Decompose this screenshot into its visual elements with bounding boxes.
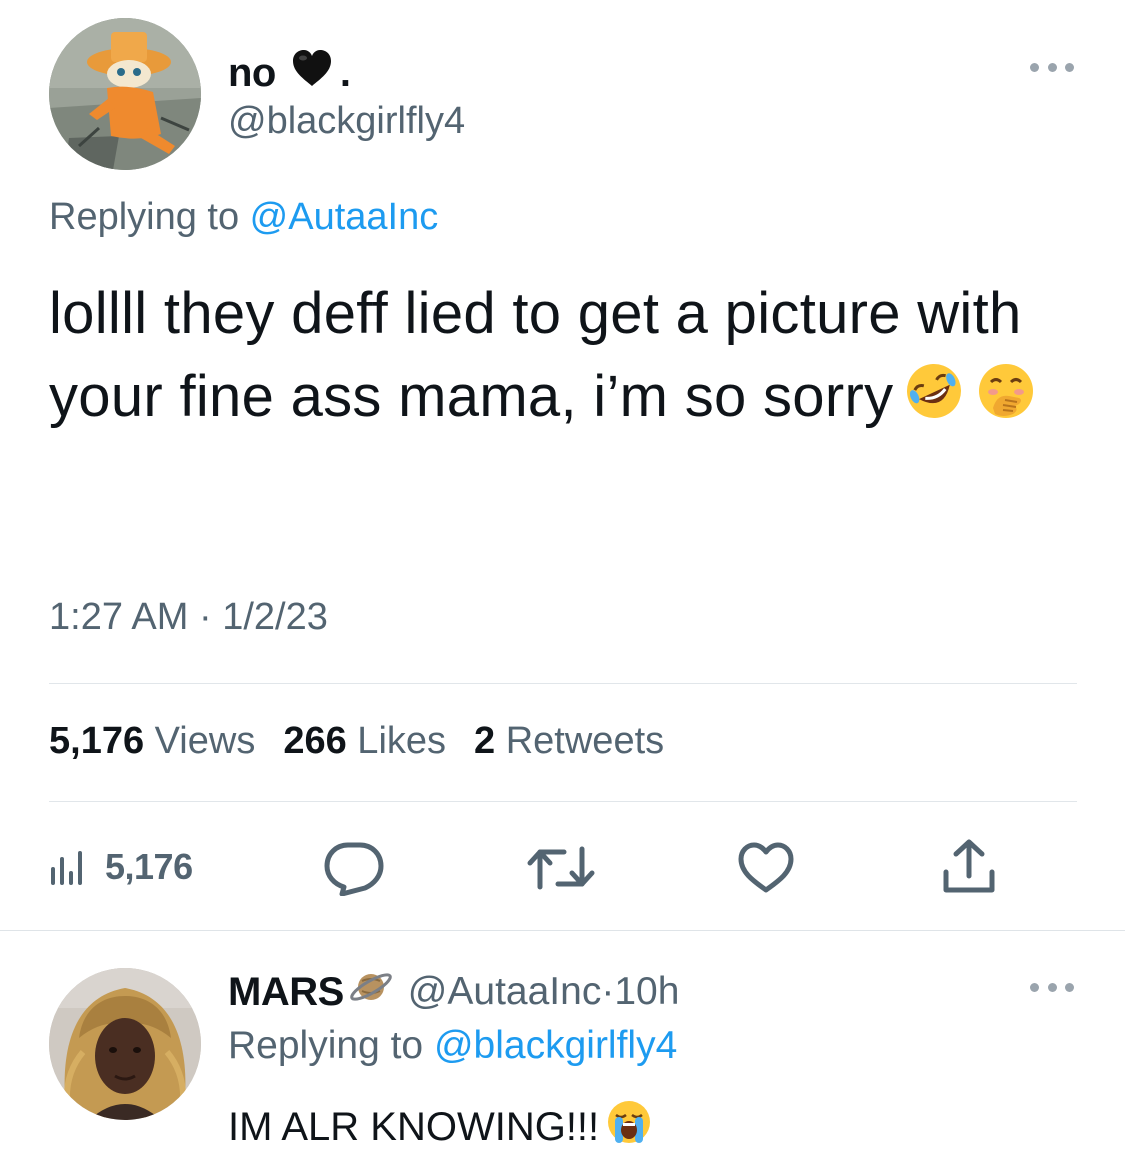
replying-to-line: Replying to @AutaaInc (49, 196, 438, 239)
replying-to-link[interactable]: @AutaaInc (250, 196, 439, 238)
divider (49, 801, 1077, 802)
views-stat[interactable]: 5,176 Views (49, 720, 255, 763)
avatar-photo-image (49, 968, 201, 1120)
timestamp-separator: · (188, 596, 223, 638)
loudly-crying-emoji (605, 1098, 653, 1156)
retweets-count: 2 (474, 720, 496, 762)
likes-label: Likes (346, 720, 447, 762)
retweets-label: Retweets (495, 720, 665, 762)
replying-to-label: Replying to (49, 196, 250, 238)
retweets-stat[interactable]: 2 Retweets (474, 720, 664, 763)
replying-to-label: Replying to (228, 1024, 434, 1067)
reply-handle[interactable]: @AutaaInc (408, 970, 602, 1014)
tweet-text: lollll they deff lied to get a picture w… (49, 272, 1079, 444)
retweet-icon (527, 846, 595, 890)
reply-display-name[interactable]: MARS (228, 970, 344, 1015)
likes-stat[interactable]: 266 Likes (283, 720, 446, 763)
reply-header: MARS @AutaaInc · 10h (228, 964, 679, 1020)
retweet-button[interactable] (526, 843, 596, 893)
reply-avatar[interactable] (49, 968, 201, 1120)
reply-icon (324, 842, 384, 896)
reply-body: IM ALR KNOWING!!! (228, 1104, 600, 1149)
share-button[interactable] (940, 838, 998, 896)
user-handle[interactable]: @blackgirlfly4 (228, 100, 465, 143)
ringed-planet-icon (348, 964, 394, 1020)
display-name-text: no (228, 50, 276, 95)
reply-replying-to-line: Replying to @blackgirlfly4 (228, 1024, 677, 1068)
reply-separator: · (601, 970, 615, 1013)
tweet-date: 1/2/23 (222, 596, 328, 638)
reply-button[interactable] (322, 840, 386, 896)
avatar-cartoon-image (49, 18, 201, 170)
tweet-separator (0, 930, 1125, 931)
reply-text: IM ALR KNOWING!!! (228, 1098, 653, 1156)
replying-to-link[interactable]: @blackgirlfly4 (434, 1024, 677, 1067)
like-button[interactable] (737, 842, 795, 894)
views-action-count: 5,176 (105, 846, 193, 887)
tweet-timestamp[interactable]: 1:27 AM · 1/2/23 (49, 596, 328, 639)
reply-time-ago[interactable]: 10h (614, 970, 679, 1014)
display-name[interactable]: no . (228, 48, 351, 98)
views-count: 5,176 (49, 720, 145, 762)
views-button[interactable]: 5,176 (49, 846, 193, 888)
more-options-icon[interactable] (1030, 980, 1074, 994)
hand-over-mouth-emoji (975, 360, 1037, 444)
avatar[interactable] (49, 18, 201, 170)
divider (49, 683, 1077, 684)
views-icon (51, 851, 82, 885)
more-options-icon[interactable] (1030, 60, 1074, 74)
share-icon (943, 839, 995, 893)
tweet-time: 1:27 AM (49, 596, 189, 638)
black-heart-icon (290, 48, 334, 98)
display-name-suffix: . (339, 50, 351, 95)
tweet-body: lollll they deff lied to get a picture w… (49, 281, 1022, 429)
rolling-on-floor-laughing-emoji (903, 360, 965, 444)
tweet-stats: 5,176 Views 266 Likes 2 Retweets (49, 720, 692, 763)
like-icon (738, 842, 794, 893)
likes-count: 266 (283, 720, 347, 762)
main-tweet: no . @blackgirlfly4 Replying to @AutaaIn… (0, 0, 1125, 932)
views-label: Views (144, 720, 256, 762)
